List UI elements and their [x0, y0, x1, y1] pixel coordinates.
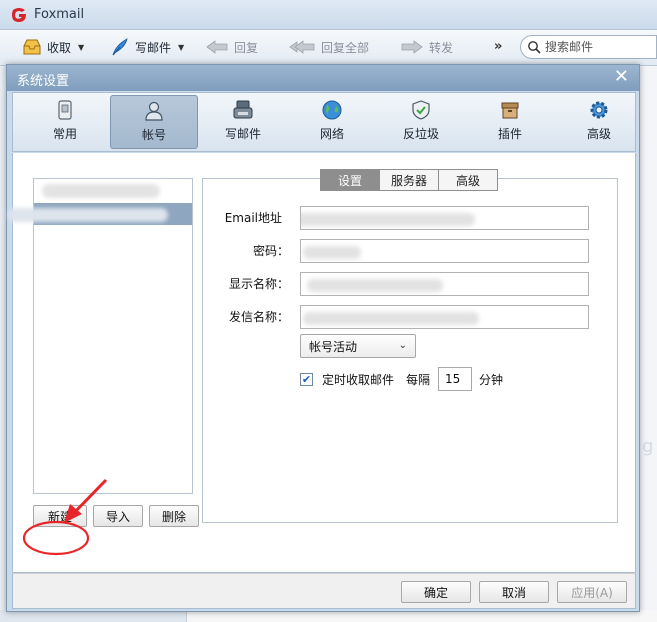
plugin-icon — [501, 102, 519, 119]
list-item[interactable] — [34, 179, 192, 201]
dialog-footer: 确定 取消 应用(A) — [12, 573, 636, 609]
category-label: 常用 — [52, 127, 77, 141]
app-title: Foxmail — [34, 7, 85, 22]
inbox-icon — [23, 39, 41, 55]
display-name-field[interactable] — [300, 272, 589, 296]
auto-fetch-checkbox[interactable]: ✔ — [300, 372, 313, 386]
close-icon[interactable]: ✕ — [614, 67, 629, 87]
settings-dialog: 系统设置 ✕ 常用 帐号 写邮件 网络 反垃圾 插件 高级 新建 导入 删除 设… — [6, 64, 640, 612]
search-box[interactable] — [520, 35, 657, 59]
redacted-account — [8, 208, 168, 222]
compose-dropdown-icon[interactable]: ▼ — [178, 43, 184, 52]
dialog-titlebar: 系统设置 ✕ — [7, 65, 639, 91]
fetch-interval-value: 15 — [445, 372, 461, 386]
category-plugin[interactable]: 插件 — [466, 95, 554, 149]
reply-all-arrow-icon — [289, 40, 315, 54]
forward-button[interactable]: 转发 — [400, 35, 453, 59]
password-label: 密码： — [252, 244, 289, 258]
account-status-value: 帐号活动 — [309, 339, 358, 354]
sender-name-label: 发信名称： — [228, 310, 289, 324]
apply-button[interactable]: 应用(A) — [557, 581, 627, 603]
category-network[interactable]: 网络 — [288, 95, 376, 149]
main-toolbar: 收取 ▼ 写邮件 ▼ 回复 回复全部 转发 » — [0, 30, 657, 66]
category-label: 写邮件 — [224, 127, 261, 141]
search-input[interactable] — [545, 40, 655, 54]
category-label: 网络 — [319, 127, 344, 141]
email-field[interactable] — [300, 206, 589, 230]
general-icon — [58, 100, 72, 120]
tab-settings[interactable]: 设置 — [320, 169, 380, 191]
main-window-right-edge: g — [640, 66, 657, 622]
account-list[interactable] — [8, 178, 193, 494]
redacted-value — [303, 312, 479, 325]
account-settings-panel: 设置 服务器 高级 Email地址 密码： 显示名称： 发信名称： 帐号活动 ⌄… — [202, 169, 618, 523]
compose-button[interactable]: 写邮件 ▼ — [110, 35, 184, 59]
reply-all-button[interactable]: 回复全部 — [288, 35, 369, 59]
feather-pen-icon — [112, 38, 128, 56]
receive-dropdown-icon[interactable]: ▼ — [78, 43, 84, 52]
foxmail-logo-icon — [12, 8, 26, 22]
minutes-label: 分钟 — [479, 372, 504, 387]
settings-category-bar: 常用 帐号 写邮件 网络 反垃圾 插件 高级 — [12, 92, 636, 152]
redacted-value — [303, 246, 361, 259]
search-icon — [528, 41, 541, 54]
password-field[interactable] — [300, 239, 589, 263]
category-antispam[interactable]: 反垃圾 — [377, 95, 465, 149]
fetch-interval-input[interactable]: 15 — [438, 367, 473, 391]
reply-button[interactable]: 回复 — [205, 35, 258, 59]
receive-button[interactable]: 收取 ▼ — [22, 35, 84, 59]
reply-all-label: 回复全部 — [321, 40, 370, 55]
category-account[interactable]: 帐号 — [110, 95, 198, 149]
compose-label: 写邮件 — [135, 40, 172, 55]
new-account-button[interactable]: 新建 — [33, 505, 87, 527]
account-icon — [145, 101, 163, 121]
category-compose[interactable]: 写邮件 — [199, 95, 287, 149]
category-label: 帐号 — [141, 128, 166, 142]
import-account-button[interactable]: 导入 — [93, 505, 143, 527]
toolbar-overflow-button[interactable]: » — [494, 39, 502, 54]
dialog-body: 新建 导入 删除 设置 服务器 高级 Email地址 密码： 显示名称： 发信名… — [8, 153, 636, 573]
compose-icon — [233, 100, 253, 119]
app-titlebar: Foxmail — [0, 0, 657, 30]
chevron-down-icon: ⌄ — [398, 340, 407, 351]
receive-label: 收取 — [47, 40, 72, 55]
forward-label: 转发 — [429, 40, 454, 55]
network-icon — [322, 100, 342, 120]
delete-account-button[interactable]: 删除 — [149, 505, 199, 527]
category-advanced[interactable]: 高级 — [555, 95, 643, 149]
auto-fetch-label: 定时收取邮件 — [322, 372, 395, 387]
list-item[interactable] — [8, 203, 192, 225]
category-label: 高级 — [586, 127, 611, 141]
redacted-value — [307, 279, 443, 292]
advanced-icon — [590, 101, 608, 119]
dialog-title: 系统设置 — [17, 74, 70, 89]
antispam-icon — [412, 100, 430, 120]
sender-name-field[interactable] — [300, 305, 589, 329]
redacted-value — [301, 213, 475, 226]
settings-sub-tabs: 设置 服务器 高级 — [320, 169, 498, 191]
reply-arrow-icon — [206, 40, 228, 54]
category-label: 反垃圾 — [402, 127, 439, 141]
display-name-label: 显示名称： — [228, 277, 289, 291]
redacted-account — [42, 184, 160, 198]
tab-server[interactable]: 服务器 — [379, 169, 439, 191]
tab-advanced[interactable]: 高级 — [438, 169, 498, 191]
cancel-button[interactable]: 取消 — [479, 581, 549, 603]
account-status-select[interactable]: 帐号活动 ⌄ — [300, 334, 416, 358]
email-label: Email地址 — [224, 211, 282, 225]
every-label: 每隔 — [406, 372, 431, 387]
ok-button[interactable]: 确定 — [401, 581, 471, 603]
category-general[interactable]: 常用 — [21, 95, 109, 149]
reply-label: 回复 — [234, 40, 259, 55]
auto-fetch-row: ✔ 定时收取邮件 每隔 15 分钟 — [300, 367, 503, 391]
category-label: 插件 — [497, 127, 522, 141]
forward-arrow-icon — [401, 40, 423, 54]
